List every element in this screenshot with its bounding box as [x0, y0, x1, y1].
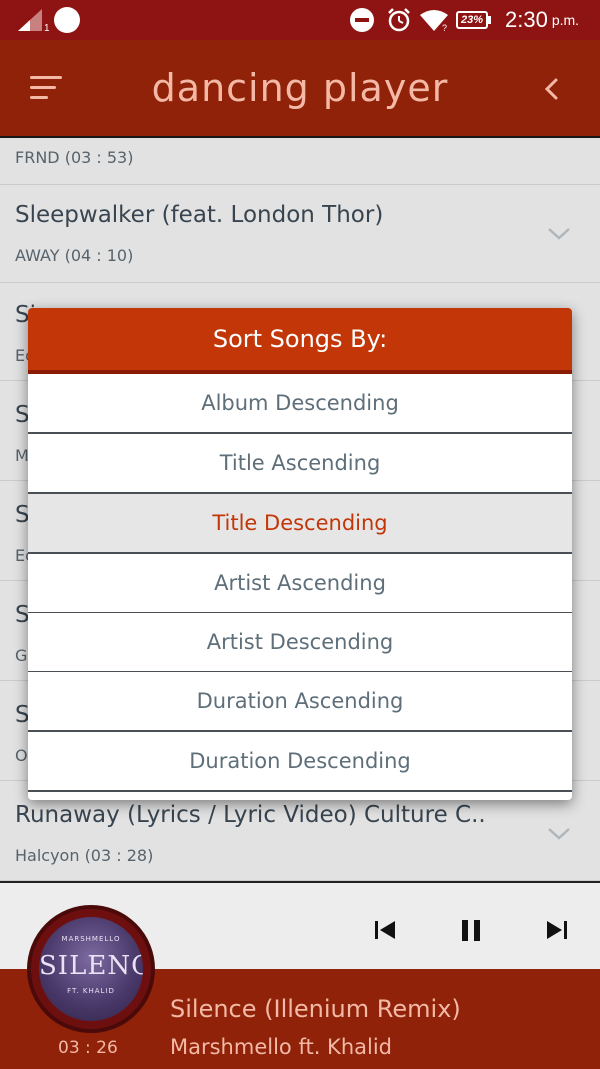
- alarm-icon: [386, 0, 412, 40]
- sort-option-duration-ascending[interactable]: Duration Ascending: [28, 672, 572, 732]
- album-art[interactable]: MARSHMELLO SILENCE FT. KHALID: [27, 905, 155, 1033]
- status-bar: 1 ? 23% 2:30 p.m.: [0, 0, 600, 40]
- sort-option-duration-descending[interactable]: Duration Descending: [28, 732, 572, 792]
- clock-ampm: p.m.: [551, 12, 580, 28]
- now-playing-artist: Marshmello ft. Khalid: [170, 1035, 392, 1059]
- clock: 2:30 p.m.: [505, 0, 579, 40]
- clock-time: 2:30: [505, 7, 548, 32]
- now-playing-title: Silence (Illenium Remix): [170, 995, 461, 1023]
- back-chevron-icon[interactable]: [538, 74, 566, 104]
- svg-text:?: ?: [442, 23, 447, 33]
- wifi-icon: ?: [418, 0, 450, 40]
- battery-icon: 23%: [456, 0, 492, 40]
- sort-option-title-descending[interactable]: Title Descending: [28, 494, 572, 554]
- battery-level: 23%: [456, 11, 492, 29]
- notification-dot-icon: [54, 0, 80, 40]
- sort-option-title-ascending[interactable]: Title Ascending: [28, 434, 572, 494]
- sort-option-artist-ascending[interactable]: Artist Ascending: [28, 554, 572, 614]
- signal-sim-label: 1: [44, 22, 50, 34]
- album-art-feat-text: FT. KHALID: [67, 987, 115, 995]
- sort-dialog-title: Sort Songs By:: [28, 308, 572, 374]
- pause-icon[interactable]: [456, 915, 486, 945]
- album-art-title-text: SILENCE: [39, 951, 143, 981]
- album-art-artist-text: MARSHMELLO: [61, 935, 121, 943]
- album-art-image: MARSHMELLO SILENCE FT. KHALID: [39, 917, 143, 1021]
- do-not-disturb-icon: [349, 0, 375, 40]
- app-title: dancing player: [151, 66, 449, 110]
- sort-option-artist-descending[interactable]: Artist Descending: [28, 613, 572, 673]
- signal-icon: 1: [16, 0, 50, 40]
- next-track-icon[interactable]: [542, 915, 572, 945]
- sort-dialog: Sort Songs By: Album Descending Title As…: [28, 308, 572, 800]
- elapsed-time: 03 : 26: [58, 1038, 118, 1058]
- sort-option-album-descending[interactable]: Album Descending: [28, 374, 572, 434]
- app-bar: dancing player: [0, 40, 600, 138]
- previous-track-icon[interactable]: [370, 915, 400, 945]
